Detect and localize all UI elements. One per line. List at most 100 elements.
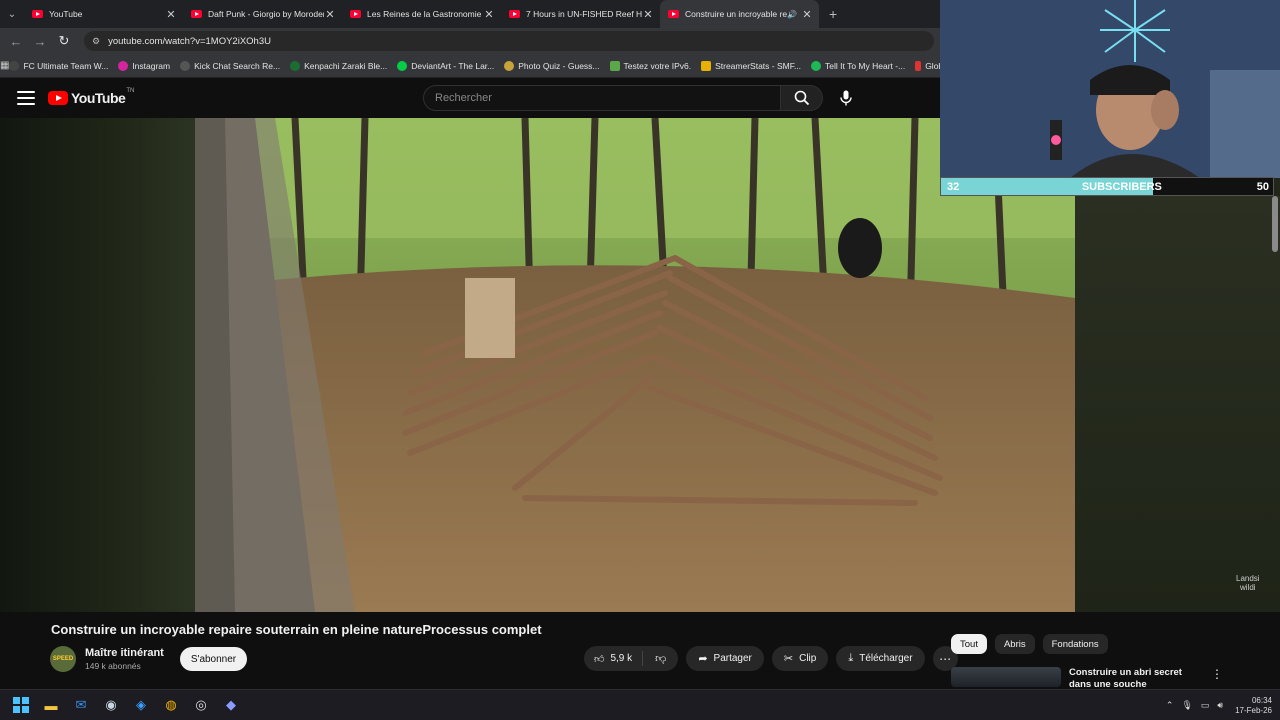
tab-title: 7 Hours in UN-FISHED Reef Ho [526, 9, 642, 19]
close-tab-icon[interactable]: ✕ [165, 8, 177, 21]
chrome-icon[interactable]: ◍ [156, 693, 186, 717]
recommended-title[interactable]: Construire un abri secret dans une souch… [1069, 667, 1199, 687]
share-icon: ➦ [698, 653, 708, 665]
recommended-thumbnail[interactable] [951, 667, 1061, 687]
apps-grid-icon[interactable]: ▦ [0, 60, 9, 71]
download-button[interactable]: ⤓ Télécharger [836, 646, 925, 671]
bookmark-label: Globa [925, 60, 940, 71]
site-info-icon[interactable]: ⚙ [92, 36, 100, 47]
bookmark-spotify[interactable]: Tell It To My Heart -... [811, 60, 906, 71]
chip-fondations[interactable]: Fondations [1042, 634, 1108, 654]
bookmark-globa[interactable]: Globa [915, 60, 940, 71]
instagram-icon [118, 60, 129, 71]
url-field[interactable]: ⚙ youtube.com/watch?v=1MOY2iXOh3U [84, 31, 934, 51]
share-button[interactable]: ➦ Partager [686, 646, 764, 671]
video-side-background [1075, 196, 1280, 612]
youtube-logo[interactable]: YouTube TN [48, 88, 135, 106]
channel-avatar[interactable]: SPEED [50, 646, 76, 672]
channel-row: SPEED Maître itinérant 149 k abonnés S'a… [50, 646, 248, 672]
tab-reines[interactable]: Les Reines de la Gastronomie d ✕ [342, 0, 501, 28]
dislike-button[interactable]: 👎︎ [643, 652, 678, 665]
microphone-icon [840, 90, 852, 106]
youtube-favicon-icon [350, 10, 361, 18]
channel-watermark[interactable]: Landsi wildi [1236, 574, 1260, 592]
close-tab-icon[interactable]: ✕ [642, 8, 654, 21]
bookmark-label: FC Ultimate Team W... [23, 60, 109, 71]
clock[interactable]: 06:34 17-Feb-26 [1235, 696, 1272, 716]
close-tab-icon[interactable]: ✕ [324, 8, 336, 21]
tab-reef[interactable]: 7 Hours in UN-FISHED Reef Ho ✕ [501, 0, 660, 28]
new-tab-icon[interactable]: + [829, 6, 837, 22]
volume-icon[interactable]: 🔊︎ [1217, 700, 1223, 711]
tab-title: Daft Punk - Giorgio by Moroder [208, 9, 324, 19]
bookmark-icon [180, 60, 191, 71]
bookmark-label: Tell It To My Heart -... [825, 60, 906, 71]
forward-icon[interactable]: → [28, 34, 52, 49]
tab-title: Construire un incroyable re [685, 9, 788, 19]
bookmark-label: Instagram [132, 60, 171, 71]
channel-subscribers: 149 k abonnés [85, 661, 141, 671]
bookmark-deviantart[interactable]: DeviantArt - The Lar... [397, 60, 495, 71]
recommended-video[interactable]: Construire un abri secret dans une souch… [951, 667, 1280, 687]
related-filter-chips: Tout Abris Fondations [951, 634, 1108, 654]
like-count: 5,9 k [610, 653, 633, 664]
tab-youtube[interactable]: YouTube ✕ [24, 0, 183, 28]
obs-icon[interactable]: ◎ [186, 693, 216, 717]
bookmark-icon [504, 60, 515, 71]
tab-search-icon[interactable]: ⌄ [0, 0, 24, 28]
youtube-favicon-icon [191, 10, 202, 18]
bookmark-streamerstats[interactable]: StreamerStats - SMF... [701, 60, 802, 71]
close-tab-icon[interactable]: ✕ [801, 8, 813, 21]
tab-daft-punk[interactable]: Daft Punk - Giorgio by Moroder ✕ [183, 0, 342, 28]
file-explorer-icon[interactable]: ▬ [36, 693, 66, 717]
steam-icon[interactable]: ◉ [96, 693, 126, 717]
channel-name[interactable]: Maître itinérant [85, 647, 164, 659]
reload-icon[interactable]: ↻ [52, 33, 76, 49]
subscriber-label: SUBSCRIBERS [1081, 180, 1162, 193]
bookmark-instagram[interactable]: Instagram [118, 60, 171, 71]
close-tab-icon[interactable]: ✕ [483, 8, 495, 21]
thumbs-down-icon: 👎︎ [655, 653, 667, 665]
windows-start-icon[interactable] [6, 693, 36, 717]
search-input[interactable]: Rechercher [423, 85, 781, 111]
search-placeholder: Rechercher [435, 92, 492, 104]
bookmark-label: DeviantArt - The Lar... [411, 60, 495, 71]
bookmark-fc-ultimate[interactable]: FC Ultimate Team W... [9, 60, 109, 71]
bookmark-photo-quiz[interactable]: Photo Quiz - Guess... [504, 60, 600, 71]
scissors-icon: ✂ [783, 653, 794, 665]
bookmark-ipv6[interactable]: Testez votre IPv6. [609, 60, 691, 71]
youtube-header: YouTube TN Rechercher [0, 78, 940, 118]
bookmark-kick-chat[interactable]: Kick Chat Search Re... [180, 60, 280, 71]
logo-country: TN [126, 88, 135, 94]
speaker-icon[interactable]: 🔊 [787, 10, 797, 19]
back-icon[interactable]: ← [4, 34, 28, 49]
outlook-icon[interactable]: ✉ [66, 693, 96, 717]
sync-app-icon[interactable]: ◈ [126, 693, 156, 717]
chip-all[interactable]: Tout [951, 634, 987, 654]
bookmark-label: StreamerStats - SMF... [715, 60, 802, 71]
page-scrollbar[interactable] [1272, 196, 1278, 252]
clip-label: Clip [799, 653, 817, 664]
microphone-tray-icon[interactable]: 🎙︎ [1181, 700, 1192, 711]
download-icon: ⤓ [848, 652, 854, 664]
clip-button[interactable]: ✂ Clip [771, 646, 829, 671]
menu-icon[interactable] [17, 91, 35, 105]
search-button[interactable] [781, 85, 823, 111]
tray-expand-icon[interactable]: ⌃ [1166, 700, 1174, 711]
deviantart-icon [397, 60, 408, 71]
youtube-favicon-icon [668, 10, 679, 18]
spotify-icon [811, 60, 822, 71]
voice-search-button[interactable] [832, 85, 860, 111]
tab-title: YouTube [49, 9, 83, 19]
subscribe-button[interactable]: S'abonner [179, 647, 248, 671]
display-tray-icon[interactable]: ▭ [1201, 700, 1210, 711]
url-text: youtube.com/watch?v=1MOY2iXOh3U [108, 35, 271, 47]
bookmark-kenpachi[interactable]: Kenpachi Zaraki Ble... [290, 60, 387, 71]
like-button[interactable]: 👍︎ 5,9 k [584, 651, 644, 666]
system-tray: ⌃ 🎙︎ ▭ 🔊︎ 06:34 17-Feb-26 [1166, 690, 1272, 720]
chip-abris[interactable]: Abris [994, 634, 1035, 654]
tab-construire[interactable]: Construire un incroyable re 🔊 ✕ [660, 0, 819, 28]
discord-icon[interactable]: ◆ [216, 693, 246, 717]
download-label: Télécharger [859, 653, 913, 664]
recommended-menu-icon[interactable]: ⋮ [1211, 667, 1223, 687]
